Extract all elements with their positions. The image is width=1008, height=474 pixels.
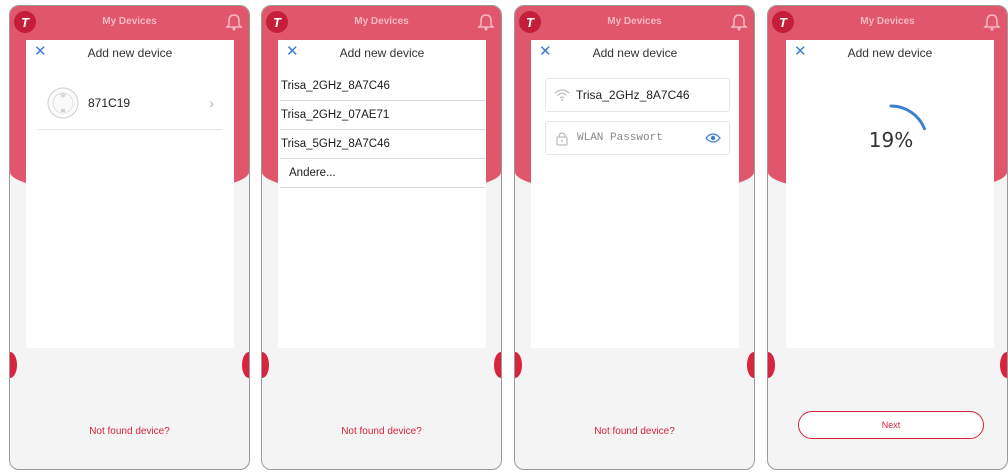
wifi-icon [554, 89, 570, 101]
device-list-item[interactable]: 871C19 › [38, 77, 222, 130]
device-name: 871C19 [88, 96, 131, 110]
phone-screen-device-found: T My Devices ✕ Add new device 871C19 › N… [9, 5, 250, 470]
app-bar: T My Devices [262, 6, 501, 40]
add-device-sheet: ✕ Add new device Trisa_2GHz_8A7C46 [531, 40, 739, 348]
app-bar: T My Devices [515, 6, 754, 40]
sheet-header: ✕ Add new device [786, 40, 994, 66]
wifi-password-field[interactable] [545, 121, 730, 155]
app-title: My Devices [860, 16, 915, 27]
app-bar: T My Devices [768, 6, 1007, 40]
eye-icon[interactable] [705, 132, 721, 144]
add-device-sheet: ✕ Add new device 19% [786, 40, 994, 348]
sheet-header: ✕ Add new device [531, 40, 739, 66]
bell-icon[interactable] [983, 12, 1001, 32]
chevron-right-icon: › [209, 95, 214, 111]
wifi-network-item[interactable]: Trisa_5GHz_8A7C46 [280, 130, 486, 159]
next-button[interactable]: Next [798, 411, 984, 439]
side-decoration-right [494, 352, 501, 378]
wifi-ssid-value: Trisa_2GHz_8A7C46 [576, 88, 690, 102]
phone-screen-connecting: T My Devices ✕ Add new device 19% Next [767, 5, 1008, 470]
sheet-title: Add new device [847, 46, 933, 60]
wifi-network-list: Trisa_2GHz_8A7C46 Trisa_2GHz_07AE71 Tris… [280, 72, 486, 188]
side-decoration-left [768, 352, 775, 378]
side-decoration-left [262, 352, 269, 378]
wifi-network-item[interactable]: Trisa_2GHz_07AE71 [280, 101, 486, 130]
not-found-device-link[interactable]: Not found device? [10, 426, 249, 437]
side-decoration-left [515, 352, 522, 378]
wifi-network-other[interactable]: Andere... [280, 159, 486, 188]
phone-screen-wifi-password: T My Devices ✕ Add new device Trisa_2GHz… [514, 5, 755, 470]
sheet-header: ✕ Add new device [278, 40, 486, 66]
sheet-title: Add new device [87, 46, 173, 60]
bell-icon[interactable] [730, 12, 748, 32]
bell-icon[interactable] [225, 12, 243, 32]
app-bar: T My Devices [10, 6, 249, 40]
side-decoration-right [242, 352, 249, 378]
app-title: My Devices [354, 16, 409, 27]
robot-vacuum-icon [47, 87, 79, 119]
wifi-network-item[interactable]: Trisa_2GHz_8A7C46 [280, 72, 486, 101]
progress-percent: 19% [868, 128, 914, 152]
app-title: My Devices [102, 16, 157, 27]
sheet-header: ✕ Add new device [26, 40, 234, 66]
wifi-ssid-field[interactable]: Trisa_2GHz_8A7C46 [545, 78, 730, 112]
page-indicator [262, 464, 501, 469]
page-indicator [515, 464, 754, 469]
phone-screen-wifi-list: T My Devices ✕ Add new device Trisa_2GHz… [261, 5, 502, 470]
page-indicator [768, 464, 1007, 469]
wifi-password-input[interactable] [575, 131, 699, 145]
not-found-device-link[interactable]: Not found device? [515, 426, 754, 437]
sheet-title: Add new device [592, 46, 678, 60]
side-decoration-left [10, 352, 17, 378]
side-decoration-right [747, 352, 754, 378]
sheet-title: Add new device [339, 46, 425, 60]
not-found-device-link[interactable]: Not found device? [262, 426, 501, 437]
side-decoration-right [1000, 352, 1007, 378]
page-indicator [10, 464, 249, 469]
add-device-sheet: ✕ Add new device 871C19 › [26, 40, 234, 348]
app-title: My Devices [607, 16, 662, 27]
lock-icon [556, 132, 568, 146]
bell-icon[interactable] [477, 12, 495, 32]
connection-progress: 19% [846, 100, 936, 160]
